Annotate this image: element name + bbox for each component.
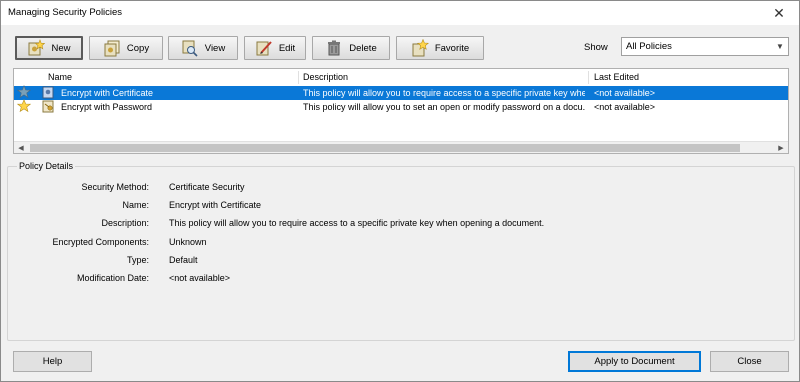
new-policy-icon (28, 39, 46, 56)
show-filter-select[interactable]: All Policies ▼ (621, 37, 789, 56)
scroll-left-icon[interactable]: ◀ (14, 142, 28, 154)
edit-policy-icon (256, 41, 272, 56)
new-label: New (51, 42, 71, 54)
apply-to-document-button[interactable]: Apply to Document (568, 351, 701, 372)
favorite-button[interactable]: Favorite (396, 36, 484, 60)
row-last-edited: <not available> (594, 88, 656, 98)
type-value: Default (169, 255, 198, 265)
favorite-label: Favorite (434, 42, 470, 54)
new-button[interactable]: New (15, 36, 83, 60)
encrypted-components-label: Encrypted Components: (52, 237, 149, 247)
row-name: Encrypt with Certificate (61, 88, 154, 98)
certificate-icon (42, 86, 54, 99)
row-description: This policy will allow you to require ac… (303, 88, 585, 98)
security-method-label: Security Method: (81, 182, 149, 192)
favorite-icon (412, 39, 429, 57)
trash-icon (328, 40, 341, 56)
column-header-name[interactable]: Name (44, 69, 72, 85)
title-bar: Managing Security Policies ✕ (1, 1, 799, 25)
dialog-window: Managing Security Policies ✕ New Copy Vi… (0, 0, 800, 382)
row-description: This policy will allow you to set an ope… (303, 102, 585, 112)
star-outline-icon[interactable] (17, 85, 31, 99)
scrollbar-thumb[interactable] (30, 144, 740, 152)
password-icon (42, 100, 54, 113)
horizontal-scrollbar[interactable]: ◀ ▶ (14, 141, 788, 153)
delete-button[interactable]: Delete (312, 36, 390, 60)
scroll-right-icon[interactable]: ▶ (774, 142, 788, 154)
chevron-down-icon[interactable]: ▼ (772, 38, 788, 55)
row-name: Encrypt with Password (61, 102, 153, 112)
view-label: View (204, 42, 226, 54)
delete-label: Delete (349, 42, 377, 54)
name-label: Name: (122, 200, 149, 210)
help-button[interactable]: Help (13, 351, 92, 372)
modification-date-value: <not available> (169, 273, 231, 283)
window-title: Managing Security Policies (8, 7, 123, 18)
description-label: Description: (101, 218, 149, 228)
column-divider[interactable] (588, 71, 589, 84)
column-header-last-edited[interactable]: Last Edited (590, 69, 639, 85)
copy-label: Copy (126, 42, 150, 54)
security-method-value: Certificate Security (169, 182, 245, 192)
copy-policy-icon (104, 40, 120, 57)
edit-button[interactable]: Edit (244, 36, 306, 60)
type-label: Type: (126, 255, 149, 265)
close-button[interactable]: Close (710, 351, 789, 372)
show-filter-value: All Policies (626, 41, 672, 52)
policy-details-group (7, 166, 795, 341)
view-policy-icon (182, 40, 198, 57)
description-value: This policy will allow you to require ac… (169, 218, 545, 228)
view-button[interactable]: View (168, 36, 238, 60)
row-last-edited: <not available> (594, 102, 656, 112)
star-favorite-icon[interactable] (17, 99, 31, 113)
copy-button[interactable]: Copy (89, 36, 163, 60)
modification-date-label: Modification Date: (76, 273, 149, 283)
name-value: Encrypt with Certificate (169, 200, 262, 210)
table-row[interactable]: Encrypt with Password This policy will a… (14, 99, 788, 114)
table-row[interactable]: Encrypt with Certificate This policy wil… (14, 85, 788, 100)
column-header-description[interactable]: Description (299, 69, 348, 85)
policy-details-title: Policy Details (17, 161, 76, 171)
edit-label: Edit (278, 42, 296, 54)
show-label: Show (584, 42, 608, 53)
encrypted-components-value: Unknown (169, 237, 207, 247)
policy-list: Name Description Last Edited Encrypt wit… (13, 68, 789, 154)
close-icon[interactable]: ✕ (759, 1, 799, 25)
